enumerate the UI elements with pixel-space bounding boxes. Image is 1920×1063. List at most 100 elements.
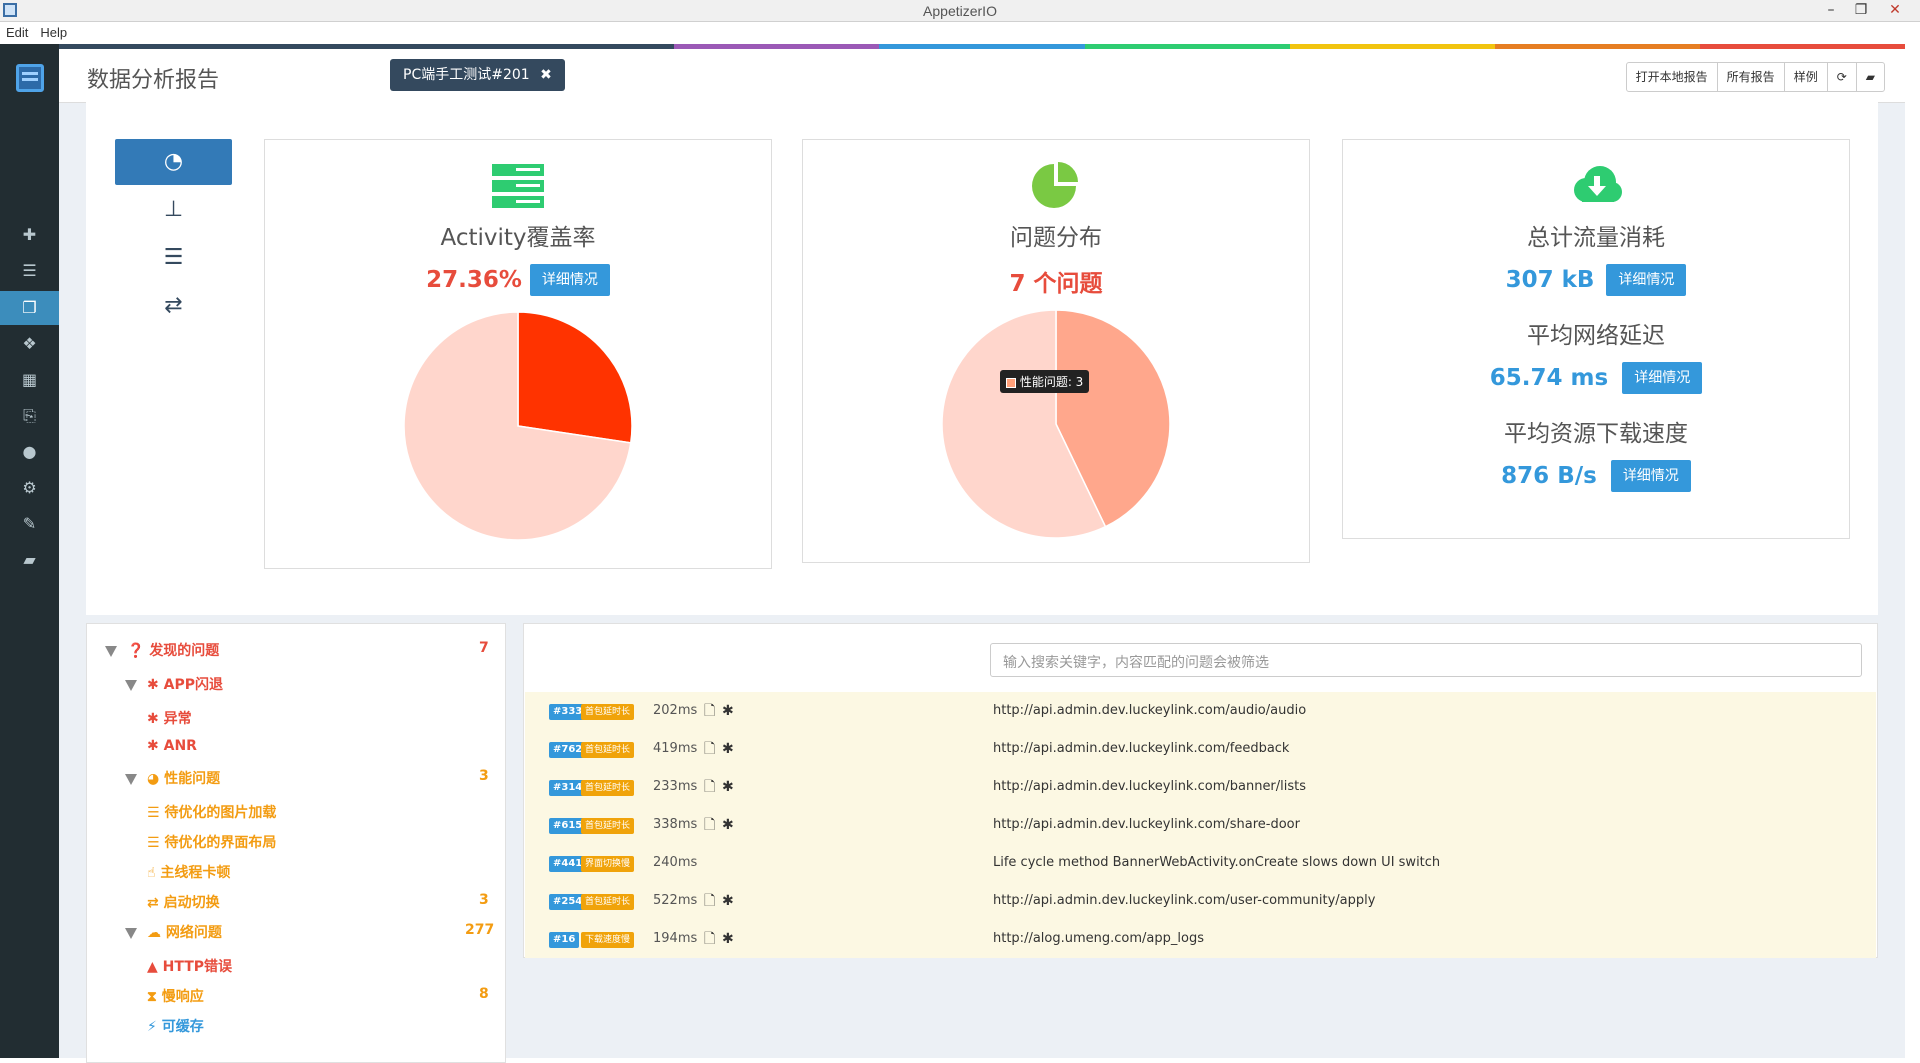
issue-description: http://api.admin.dev.luckeylink.com/feed… (993, 741, 1290, 756)
tree-item-label: 待优化的界面布局 (164, 835, 277, 851)
issue-row[interactable]: #333 首包延时长 202ms 🗋 ✱ http://api.admin.dev.luc… (525, 692, 1876, 730)
minimize-icon[interactable]: – (1816, 0, 1846, 22)
tree-perf-image[interactable]: ☰ 待优化的图片加载 (147, 802, 276, 822)
all-reports-button[interactable]: 所有报告 (1718, 63, 1785, 91)
issues-value: 7 个问题 (1009, 271, 1103, 297)
asterisk-icon[interactable]: ✱ (722, 920, 734, 958)
issue-latency: 233ms (653, 779, 698, 794)
hand-icon: ☝ (147, 865, 156, 881)
refresh-icon[interactable]: ⟳ (1828, 63, 1857, 91)
grid-icon[interactable]: ▦ (0, 363, 59, 397)
window-title: AppetizerIO (923, 3, 997, 19)
issue-description: http://alog.umeng.com/app_logs (993, 931, 1204, 946)
traffic-detail-button[interactable]: 详细情况 (1606, 264, 1687, 296)
tree-crash-exception[interactable]: ✱ 异常 (147, 708, 192, 728)
exchange-tab-icon[interactable]: ⇄ (115, 283, 232, 329)
menu-help[interactable]: Help (34, 22, 73, 40)
speed-detail-button[interactable]: 详细情况 (1610, 460, 1691, 492)
restore-icon[interactable]: ❐ (1846, 0, 1876, 22)
tree-perf-layout[interactable]: ☰ 待优化的界面布局 (147, 832, 276, 852)
view-tabs: ◔ ⊥ ☰ ⇄ (115, 139, 232, 331)
pie-chart-tab-icon[interactable]: ◔ (115, 139, 232, 185)
plug-icon[interactable]: ✎ (0, 507, 59, 541)
tree-slow-count: 8 (479, 986, 489, 1002)
collapse-icon[interactable] (105, 645, 117, 657)
sitemap-tab-icon[interactable]: ⊥ (115, 187, 232, 233)
collapse-icon[interactable] (125, 927, 137, 939)
server-icon[interactable]: ☰ (0, 254, 59, 288)
cubes-icon[interactable]: ❖ (0, 327, 59, 361)
question-circle-icon: ❓ (127, 643, 145, 659)
collapse-icon[interactable] (125, 679, 137, 691)
pie-slice[interactable] (517, 311, 633, 444)
issue-row[interactable]: #254 首包延时长 522ms 🗋 ✱ http://api.admin.dev.luc… (525, 882, 1876, 920)
asterisk-icon[interactable]: ✱ (722, 882, 734, 920)
issue-type-badge: 下载速度慢 (581, 932, 635, 948)
latency-detail-button[interactable]: 详细情况 (1622, 362, 1703, 394)
test-tag[interactable]: PC端手工测试#201 ✖ (390, 59, 565, 91)
sample-button[interactable]: 样例 (1785, 63, 1828, 91)
tree-item-label: 慢响应 (161, 989, 204, 1005)
issue-description: http://api.admin.dev.luckeylink.com/audi… (993, 703, 1307, 718)
issue-id-badge: #16 (549, 932, 580, 948)
close-icon[interactable]: ✕ (1880, 0, 1910, 22)
issue-latency: 202ms (653, 703, 698, 718)
book-button-icon[interactable]: ▰ (1857, 63, 1884, 91)
asterisk-icon[interactable]: ✱ (722, 692, 734, 730)
collapse-icon[interactable] (125, 773, 137, 785)
asterisk-icon[interactable]: ✱ (722, 806, 734, 844)
close-tag-icon[interactable]: ✖ (540, 67, 552, 83)
coverage-detail-button[interactable]: 详细情况 (529, 264, 610, 296)
tree-net-http[interactable]: ▲ HTTP错误 (147, 956, 232, 976)
issue-type-badge: 界面切换慢 (581, 856, 635, 872)
file-icon[interactable]: 🗋 (704, 730, 715, 768)
tree-root[interactable]: ❓ 发现的问题 (105, 640, 219, 660)
asterisk-icon[interactable]: ✱ (722, 730, 734, 768)
gear-icon[interactable]: ⚙ (0, 471, 59, 505)
file-icon[interactable]: 🗋 (704, 692, 715, 730)
issue-type-badge: 首包延时长 (581, 704, 635, 720)
tree-item-label: 待优化的图片加载 (164, 805, 277, 821)
menu-edit[interactable]: Edit (0, 22, 34, 40)
exchange-icon: ⇄ (147, 895, 159, 911)
file-icon[interactable]: 🗋 (704, 882, 715, 920)
issues-title: 问题分布 (1010, 225, 1102, 251)
tree-item-label: ANR (163, 738, 197, 754)
open-local-report-button[interactable]: 打开本地报告 (1627, 63, 1718, 91)
tree-perf[interactable]: ◕ 性能问题 (125, 768, 220, 788)
book-icon[interactable]: ▰ (0, 543, 59, 577)
sliders-tab-icon[interactable]: ☰ (115, 235, 232, 281)
issues-card: 问题分布 7 个问题 性能问题: 3 (802, 139, 1310, 563)
tree-crash-anr[interactable]: ✱ ANR (147, 738, 197, 754)
file-icon[interactable]: 🗋 (704, 768, 715, 806)
tree-net-cache[interactable]: ⚡ 可缓存 (147, 1016, 204, 1036)
file-icon[interactable]: 🗋 (704, 920, 715, 958)
issues-pie-chart (941, 309, 1171, 539)
puzzle-icon[interactable]: ✚ (0, 218, 59, 252)
code-file-icon[interactable]: ⎘ (0, 399, 59, 433)
file-icon[interactable]: 🗋 (704, 806, 715, 844)
issue-row[interactable]: #762 首包延时长 419ms 🗋 ✱ http://api.admin.dev.luc… (525, 730, 1876, 768)
tree-net-slow[interactable]: ⧗ 慢响应 (147, 986, 204, 1006)
test-tag-label: PC端手工测试#201 (403, 67, 530, 83)
coverage-title: Activity覆盖率 (440, 225, 596, 251)
tree-item-label: HTTP错误 (162, 959, 233, 975)
latency-value: 65.74 ms (1489, 365, 1609, 391)
header-button-group: 打开本地报告 所有报告 样例 ⟳ ▰ (1625, 62, 1885, 92)
user-icon[interactable]: ● (0, 435, 59, 469)
tree-perf-switch[interactable]: ⇄ 启动切换 (147, 892, 220, 912)
issue-latency: 419ms (653, 741, 698, 756)
issue-row[interactable]: #314 首包延时长 233ms 🗋 ✱ http://api.admin.dev.luc… (525, 768, 1876, 806)
report-icon[interactable]: ❐ (0, 291, 59, 325)
search-input[interactable]: 输入搜索关键字，内容匹配的问题会被筛选 (990, 643, 1862, 677)
asterisk-icon[interactable]: ✱ (722, 768, 734, 806)
issue-row[interactable]: #441 界面切换慢 240ms Life cycle method BannerWe… (525, 844, 1876, 882)
issue-row[interactable]: #16 下载速度慢 194ms 🗋 ✱ http://alog.umeng.com/app… (525, 920, 1876, 958)
tree-net[interactable]: ☁ 网络问题 (125, 922, 222, 942)
tree-perf-mainthread[interactable]: ☝ 主线程卡顿 (147, 862, 230, 882)
tree-item-label: 主线程卡顿 (160, 865, 231, 881)
app-logo-icon[interactable] (16, 64, 44, 92)
tree-net-count: 277 (465, 922, 495, 938)
issue-row[interactable]: #615 首包延时长 338ms 🗋 ✱ http://api.admin.dev.luc… (525, 806, 1876, 844)
tree-crash[interactable]: ✱ APP闪退 (125, 674, 223, 694)
